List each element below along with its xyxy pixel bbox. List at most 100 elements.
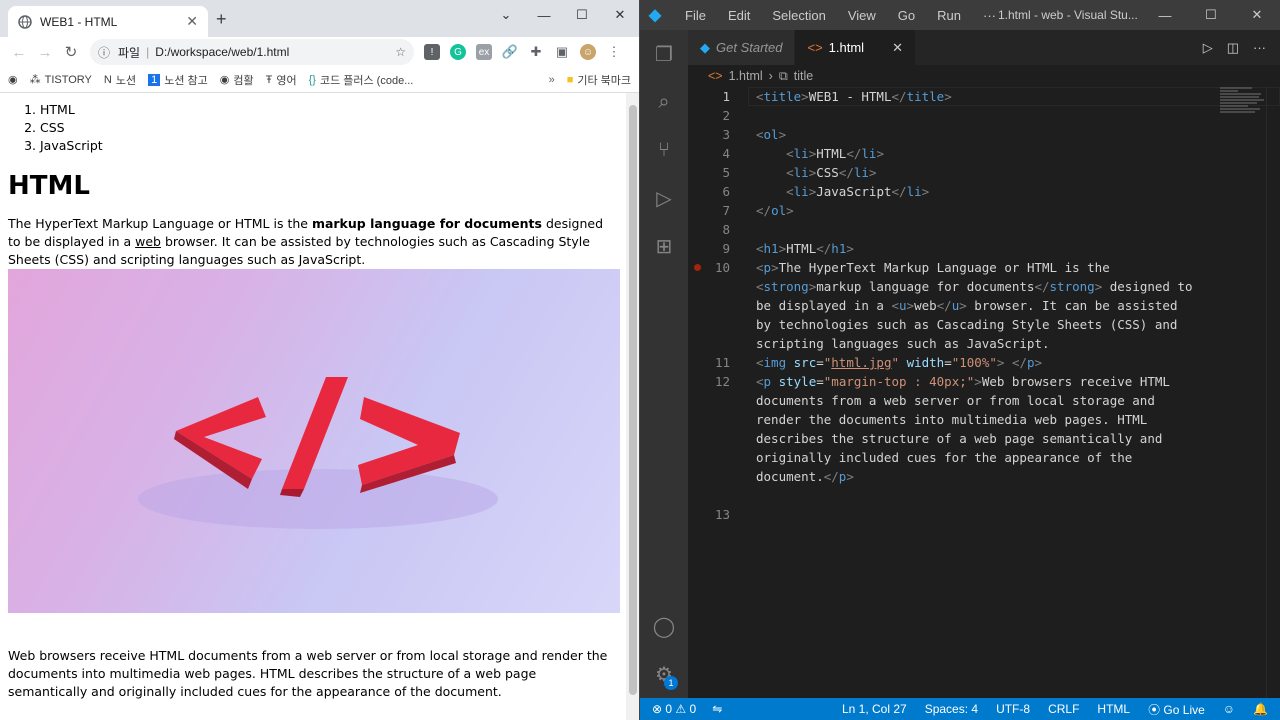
- menu-view[interactable]: View: [841, 8, 883, 23]
- line-number: 4: [722, 146, 730, 161]
- run-debug-icon[interactable]: ▷: [640, 174, 688, 222]
- menu-selection[interactable]: Selection: [765, 8, 832, 23]
- explorer-icon[interactable]: ❐: [640, 30, 688, 78]
- page-heading: HTML: [8, 171, 90, 201]
- forward-icon[interactable]: →: [32, 44, 58, 61]
- close-tab-icon[interactable]: ✕: [892, 40, 903, 56]
- reload-icon[interactable]: ↻: [58, 43, 84, 61]
- activity-bar: ❐ ⌕ ⑂ ▷ ⊞ ◯ ⚙ 1: [640, 30, 688, 698]
- search-icon[interactable]: ⌕: [640, 78, 688, 126]
- breakpoint-icon[interactable]: [694, 264, 701, 271]
- notifications-bell-icon[interactable]: 🔔: [1253, 702, 1268, 716]
- info-icon[interactable]: ⓘ: [98, 44, 110, 61]
- remote-icon[interactable]: ⇋: [712, 702, 722, 716]
- bookmark-item[interactable]: ◉ 컴활: [220, 72, 254, 88]
- browser-tab[interactable]: WEB1 - HTML ✕: [8, 6, 208, 37]
- folder-icon: ■: [566, 73, 574, 86]
- settings-gear-icon[interactable]: ⚙ 1: [640, 650, 688, 698]
- close-window-button[interactable]: ✕: [601, 0, 639, 30]
- scrollbar-thumb[interactable]: [629, 105, 637, 695]
- side-panel-icon[interactable]: ▣: [554, 44, 570, 60]
- bookmarks-more[interactable]: »: [549, 74, 555, 86]
- bookmarks-bar: ◉ ⁂ TISTORY N 노션 1 노션 참고 ◉ 컴활 Ŧ 영어 {} 코드 플러스 (…: [0, 67, 639, 93]
- back-icon[interactable]: ←: [6, 44, 32, 61]
- globe-icon: [18, 14, 32, 29]
- line-number: 6: [722, 184, 730, 199]
- bookmark-item[interactable]: 1 노션 참고: [148, 72, 208, 88]
- account-icon[interactable]: ◯: [640, 602, 688, 650]
- notion-icon: N: [103, 73, 112, 86]
- chevron-right-icon: ›: [768, 69, 773, 83]
- menu-run[interactable]: Run: [930, 8, 968, 23]
- tab-get-started[interactable]: ◆ Get Started: [688, 30, 796, 65]
- globe-icon[interactable]: ◉: [8, 73, 18, 86]
- close-window-button[interactable]: ✕: [1234, 0, 1280, 30]
- menu-file[interactable]: File: [678, 8, 713, 23]
- extension-icon[interactable]: ex: [476, 44, 492, 60]
- line-number: 9: [722, 241, 730, 256]
- bookmark-item[interactable]: Ŧ 영어: [266, 72, 297, 88]
- status-bar: ⊗ 0 ⚠ 0 ⇋ Ln 1, Col 27 Spaces: 4 UTF-8 C…: [640, 698, 1280, 720]
- list-item: HTML: [40, 101, 618, 119]
- breadcrumb-symbol[interactable]: title: [794, 69, 813, 83]
- address-bar[interactable]: ⓘ 파일 | D:/workspace/web/1.html ☆: [90, 39, 414, 65]
- cursor-position[interactable]: Ln 1, Col 27: [842, 702, 907, 716]
- page-scrollbar[interactable]: [626, 93, 639, 720]
- menu-icon[interactable]: ⋮: [606, 44, 622, 60]
- menu-edit[interactable]: Edit: [721, 8, 757, 23]
- intro-paragraph: The HyperText Markup Language or HTML is…: [8, 216, 604, 267]
- bookmark-item[interactable]: ⁂ TISTORY: [29, 73, 92, 87]
- topic-list: HTML CSS JavaScript: [8, 101, 618, 155]
- html-code-image: [8, 269, 620, 613]
- grammarly-icon[interactable]: G: [450, 44, 466, 60]
- code-editor[interactable]: 1 2 3 4 5 6 7 8 9 10 11 12 13 <title>WEB1 - HTML</ti…: [688, 87, 1280, 698]
- tab-search-icon[interactable]: ⌄: [487, 0, 525, 30]
- more-actions-icon[interactable]: ···: [1253, 40, 1266, 55]
- other-bookmarks[interactable]: ■ 기타 북마크: [567, 72, 631, 88]
- close-tab-icon[interactable]: ✕: [186, 13, 198, 30]
- go-live-button[interactable]: ⦿ Go Live: [1148, 701, 1205, 718]
- address-scheme: 파일: [118, 45, 141, 60]
- extension-icon[interactable]: !: [424, 44, 440, 60]
- html-file-icon: <>: [807, 40, 823, 55]
- link-icon[interactable]: 🔗: [502, 44, 518, 60]
- source-control-icon[interactable]: ⑂: [640, 126, 688, 174]
- html-file-icon: <>: [708, 69, 723, 83]
- menu-go[interactable]: Go: [891, 8, 922, 23]
- encoding[interactable]: UTF-8: [996, 702, 1030, 716]
- editor-scrollbar[interactable]: [1266, 87, 1280, 698]
- bookmark-item[interactable]: N 노션: [104, 72, 136, 88]
- indentation[interactable]: Spaces: 4: [925, 702, 978, 716]
- bookmark-star-icon[interactable]: ☆: [395, 45, 406, 59]
- problems-indicator[interactable]: ⊗ 0 ⚠ 0: [652, 702, 696, 716]
- line-number: 5: [722, 165, 730, 180]
- new-tab-button[interactable]: +: [216, 9, 227, 30]
- globe-icon: ◉: [219, 74, 230, 86]
- tistory-icon: ⁂: [29, 74, 41, 86]
- extensions-icon[interactable]: ⊞: [640, 222, 688, 270]
- split-editor-icon[interactable]: ◫: [1227, 40, 1239, 56]
- puzzle-icon[interactable]: ✚: [528, 44, 544, 60]
- bookmark-item[interactable]: {} 코드 플러스 (code...: [309, 72, 414, 88]
- run-icon[interactable]: ▷: [1203, 40, 1213, 56]
- address-separator: |: [146, 45, 150, 59]
- tab-1-html[interactable]: <> 1.html ✕: [795, 30, 916, 65]
- language-mode[interactable]: HTML: [1097, 702, 1130, 716]
- breadcrumb: <> 1.html › ⧉ title: [688, 65, 1280, 87]
- line-ending[interactable]: CRLF: [1048, 702, 1079, 716]
- line-number: 2: [722, 108, 730, 123]
- minimize-button[interactable]: —: [1142, 0, 1188, 30]
- avatar[interactable]: ☺: [580, 44, 596, 60]
- maximize-button[interactable]: ☐: [563, 0, 601, 30]
- minimap[interactable]: [1220, 87, 1266, 117]
- code-content: <title>WEB1 - HTML</title> <ol> <li>HTML…: [756, 89, 1193, 484]
- symbol-icon: ⧉: [778, 68, 788, 83]
- editor-tabs: ◆ Get Started <> 1.html ✕ ▷ ◫ ···: [688, 30, 1280, 65]
- vscode-logo-icon: ◆: [648, 7, 662, 24]
- text-icon: Ŧ: [265, 73, 273, 86]
- maximize-button[interactable]: ☐: [1188, 0, 1234, 30]
- breadcrumb-file[interactable]: 1.html: [729, 69, 763, 83]
- minimize-button[interactable]: —: [525, 0, 563, 30]
- line-number: 1: [722, 89, 730, 104]
- feedback-icon[interactable]: ☺: [1223, 702, 1235, 716]
